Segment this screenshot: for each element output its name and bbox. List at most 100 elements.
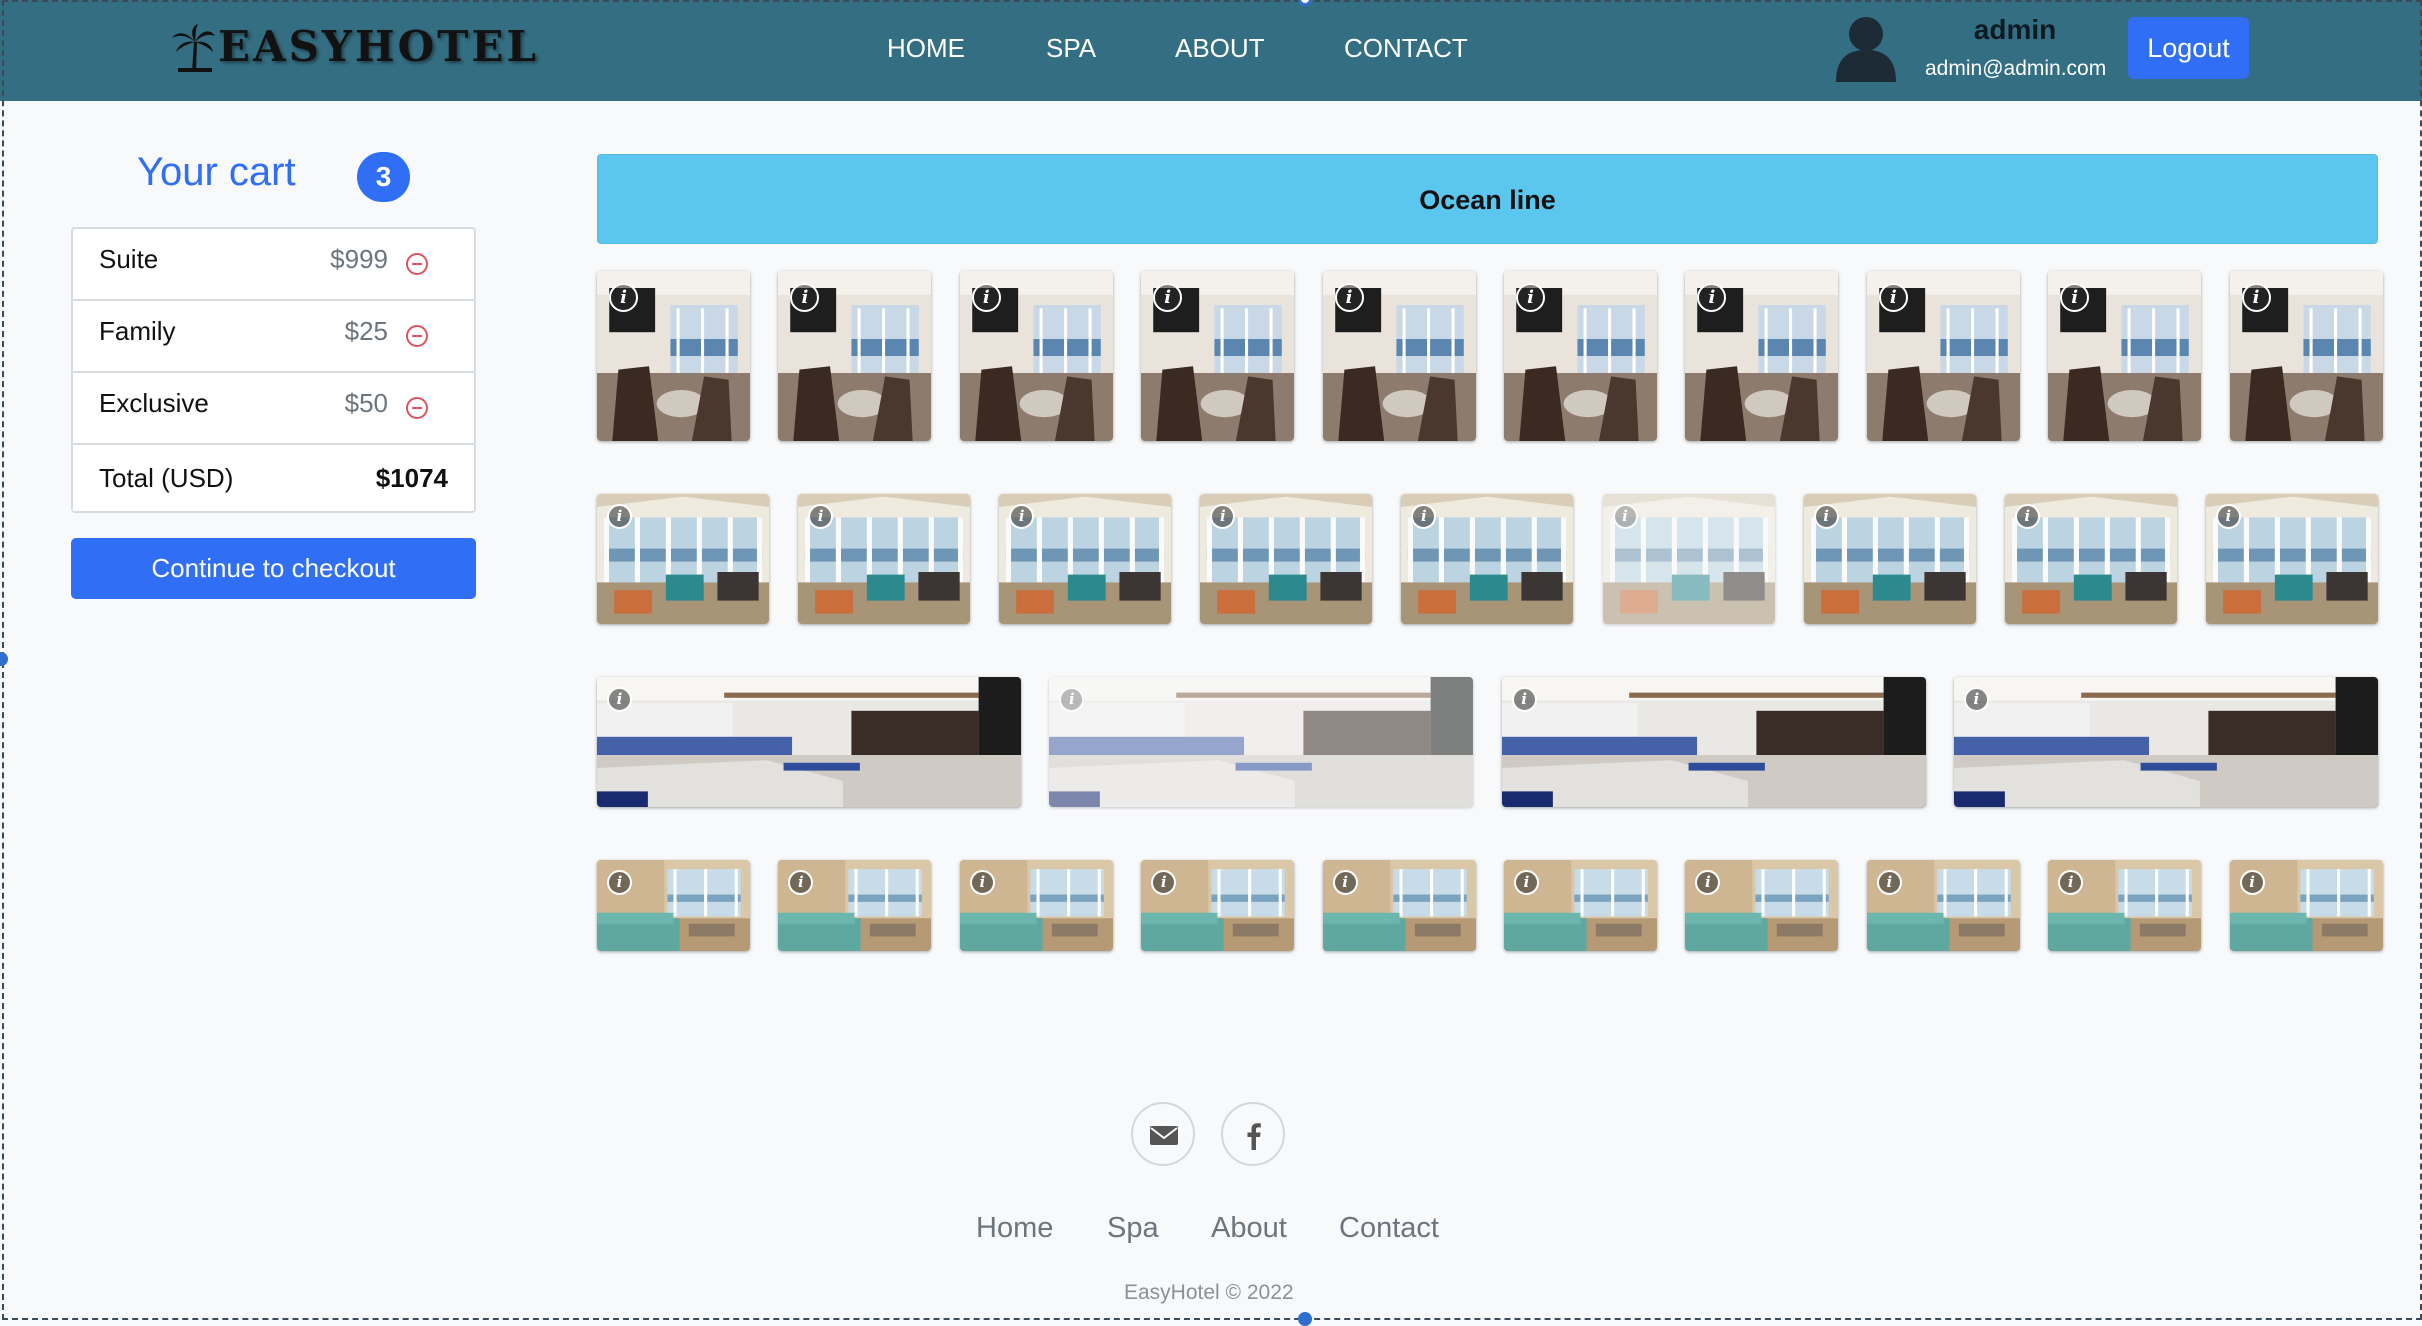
info-icon[interactable]: i bbox=[607, 504, 632, 529]
room-thumbnail[interactable]: i bbox=[1322, 271, 1476, 441]
room-thumbnail[interactable]: i bbox=[1866, 860, 2020, 951]
info-icon[interactable]: i bbox=[1963, 687, 1989, 712]
brand-logo[interactable]: EasyHotel bbox=[170, 22, 539, 72]
room-thumbnail[interactable]: i bbox=[1322, 860, 1476, 951]
room-thumbnail[interactable]: i bbox=[959, 860, 1113, 951]
nav-spa[interactable]: SPA bbox=[1046, 30, 1096, 66]
brand-name: EasyHotel bbox=[218, 22, 539, 71]
room-thumbnail[interactable]: i bbox=[1803, 494, 1976, 624]
info-icon[interactable]: i bbox=[1153, 283, 1183, 312]
room-thumbnail[interactable]: i bbox=[597, 494, 769, 624]
cart-count-badge: 3 bbox=[357, 152, 410, 202]
nav-about[interactable]: ABOUT bbox=[1175, 30, 1265, 66]
info-icon[interactable]: i bbox=[1876, 870, 1902, 895]
footer-link-about[interactable]: About bbox=[1211, 1212, 1287, 1245]
room-thumbnail[interactable]: i bbox=[1504, 860, 1657, 951]
info-icon[interactable]: i bbox=[607, 870, 632, 895]
room-thumbnail[interactable]: i bbox=[1401, 494, 1574, 624]
info-icon[interactable]: i bbox=[2241, 283, 2271, 312]
user-email: admin@admin.com bbox=[1925, 57, 2107, 80]
cart-item-name: Family bbox=[99, 316, 176, 346]
cart-total-value: $1074 bbox=[375, 463, 448, 493]
room-thumbnail[interactable]: i bbox=[798, 494, 971, 624]
logout-button[interactable]: Logout bbox=[2128, 17, 2249, 79]
remove-item-icon[interactable] bbox=[406, 325, 428, 347]
info-icon[interactable]: i bbox=[1514, 870, 1539, 895]
copyright: EasyHotel © 2022 bbox=[1124, 1281, 1294, 1304]
room-thumbnail[interactable]: i bbox=[1866, 271, 2020, 441]
room-thumbnail[interactable]: i bbox=[999, 494, 1172, 624]
facebook-button[interactable] bbox=[1221, 1102, 1285, 1166]
room-thumbnail[interactable]: i bbox=[2004, 494, 2177, 624]
checkout-button[interactable]: Continue to checkout bbox=[71, 538, 476, 599]
info-icon[interactable]: i bbox=[607, 687, 632, 712]
room-thumbnail[interactable]: i bbox=[2205, 494, 2378, 624]
resize-handle-left[interactable] bbox=[0, 652, 8, 666]
cart-total-label: Total (USD) bbox=[99, 463, 234, 493]
cart-list: Suite $999 Family $25 Exclusive $50 Tota… bbox=[71, 227, 476, 513]
info-icon[interactable]: i bbox=[2239, 870, 2265, 895]
room-thumbnail[interactable]: i bbox=[778, 860, 932, 951]
info-icon[interactable]: i bbox=[1878, 283, 1908, 312]
room-thumbnail[interactable]: i bbox=[1049, 677, 1474, 807]
info-icon[interactable]: i bbox=[1612, 504, 1638, 529]
email-button[interactable] bbox=[1131, 1102, 1195, 1166]
info-icon[interactable]: i bbox=[971, 283, 1001, 312]
room-thumbnail[interactable]: i bbox=[1602, 494, 1775, 624]
gallery-title: Ocean line bbox=[597, 154, 2378, 244]
user-name: admin bbox=[1973, 14, 2057, 45]
info-icon[interactable]: i bbox=[1334, 283, 1364, 312]
footer-link-home[interactable]: Home bbox=[976, 1212, 1053, 1245]
room-photo bbox=[1049, 677, 1474, 807]
cart-item: Suite $999 bbox=[73, 229, 474, 301]
room-thumbnail[interactable]: i bbox=[2048, 271, 2202, 441]
nav-contact[interactable]: CONTACT bbox=[1344, 30, 1468, 66]
cart-item-price: $999 bbox=[330, 244, 388, 274]
footer-link-spa[interactable]: Spa bbox=[1107, 1212, 1159, 1245]
resize-handle-bottom[interactable] bbox=[1298, 1312, 1312, 1326]
room-thumbnail[interactable]: i bbox=[597, 271, 750, 441]
room-thumbnail[interactable]: i bbox=[1953, 677, 2378, 807]
cart-item: Exclusive $50 bbox=[73, 373, 474, 445]
remove-item-icon[interactable] bbox=[406, 253, 428, 275]
room-thumbnail[interactable]: i bbox=[1141, 271, 1295, 441]
info-icon[interactable]: i bbox=[2215, 504, 2241, 529]
footer-link-contact[interactable]: Contact bbox=[1339, 1212, 1439, 1245]
cart-total-row: Total (USD) $1074 bbox=[73, 445, 474, 511]
info-icon[interactable]: i bbox=[609, 283, 638, 312]
palm-tree-icon bbox=[172, 24, 215, 72]
info-icon[interactable]: i bbox=[1516, 283, 1545, 312]
info-icon[interactable]: i bbox=[1813, 504, 1839, 529]
navbar: EasyHotel HOME SPA ABOUT CONTACT admin a… bbox=[0, 0, 2422, 101]
room-thumbnail[interactable]: i bbox=[1141, 860, 1295, 951]
user-avatar-icon[interactable] bbox=[1834, 12, 1898, 82]
room-thumbnail[interactable]: i bbox=[1504, 271, 1657, 441]
info-icon[interactable]: i bbox=[2014, 504, 2040, 529]
cart-item: Family $25 bbox=[73, 301, 474, 373]
room-thumbnail[interactable]: i bbox=[597, 860, 750, 951]
room-thumbnail[interactable]: i bbox=[2229, 860, 2383, 951]
room-thumbnail[interactable]: i bbox=[1685, 271, 1839, 441]
room-thumbnail[interactable]: i bbox=[2048, 860, 2202, 951]
room-thumbnail[interactable]: i bbox=[1501, 677, 1926, 807]
cart-item-name: Suite bbox=[99, 244, 159, 274]
info-icon[interactable]: i bbox=[1332, 870, 1358, 895]
room-thumbnail[interactable]: i bbox=[1685, 860, 1839, 951]
info-icon[interactable]: i bbox=[969, 870, 995, 895]
cart-item-price: $50 bbox=[344, 388, 388, 418]
room-thumbnail[interactable]: i bbox=[1200, 494, 1373, 624]
cart-item-price: $25 bbox=[344, 316, 388, 346]
remove-item-icon[interactable] bbox=[406, 397, 428, 419]
info-icon[interactable]: i bbox=[2060, 283, 2090, 312]
cart-title: Your cart bbox=[137, 150, 296, 194]
room-photo bbox=[597, 677, 1021, 807]
room-thumbnail[interactable]: i bbox=[778, 271, 932, 441]
room-thumbnail[interactable]: i bbox=[2229, 271, 2383, 441]
room-thumbnail[interactable]: i bbox=[959, 271, 1113, 441]
facebook-icon bbox=[1247, 1123, 1261, 1150]
info-icon[interactable]: i bbox=[1511, 687, 1537, 712]
nav-home[interactable]: HOME bbox=[887, 30, 965, 66]
info-icon[interactable]: i bbox=[808, 504, 834, 529]
room-thumbnail[interactable]: i bbox=[597, 677, 1021, 807]
cart-item-name: Exclusive bbox=[99, 388, 209, 418]
